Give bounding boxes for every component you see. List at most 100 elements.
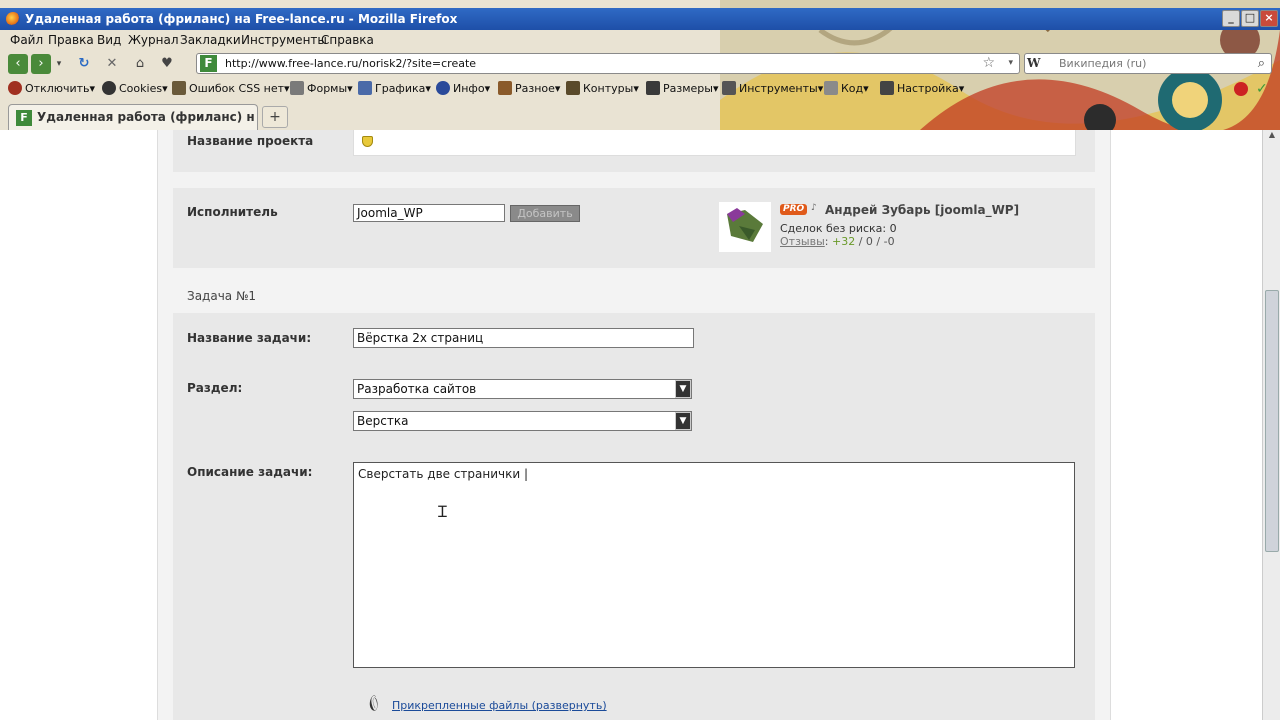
executor-label: Исполнитель [187, 205, 278, 219]
dev-source[interactable]: Код▾ [824, 79, 869, 99]
info-icon [436, 81, 450, 95]
user-name[interactable]: Андрей Зубарь [joomla_WP] [825, 203, 1019, 217]
attachments-link[interactable]: Прикрепленные файлы (развернуть) [392, 699, 607, 712]
description-textarea[interactable]: Сверстать две странички | Ɪ [353, 462, 1075, 668]
user-online-icon: ♪ [811, 203, 817, 213]
dev-css[interactable]: Ошибок CSS нет▾ [172, 79, 290, 99]
paperclip-icon: 𝒪 [362, 692, 385, 717]
home-icon[interactable]: ⌂ [130, 54, 150, 74]
project-name-label: Название проекта [187, 134, 314, 148]
text-cursor-icon: Ɪ [438, 502, 447, 521]
subsection-select[interactable]: Верстка ▼ [353, 411, 692, 431]
ok-status-icon[interactable]: ✓ [1256, 79, 1268, 99]
executor-panel: Исполнитель Joomla_WP Добавить PRO ♪ Анд… [173, 188, 1095, 268]
task-heading: Задача №1 [187, 289, 257, 303]
scroll-up-icon[interactable]: ▲ [1265, 130, 1279, 144]
user-deals: Сделок без риска: 0 [780, 222, 897, 235]
menu-view[interactable]: Вид [97, 31, 121, 50]
dev-outline[interactable]: Контуры▾ [566, 79, 639, 99]
user-reviews: Отзывы: +32 / 0 / -0 [780, 235, 895, 248]
description-text: Сверстать две странички | [358, 467, 529, 481]
user-avatar[interactable] [719, 202, 771, 252]
scroll-thumb[interactable] [1265, 290, 1279, 552]
menu-bookmarks[interactable]: Закладки [180, 31, 241, 50]
search-icon[interactable]: ⌕ [1258, 54, 1265, 73]
address-bar[interactable]: F http://www.free-lance.ru/norisk2/?site… [196, 53, 1020, 74]
subsection-select-value: Верстка [357, 414, 409, 428]
tab-favicon: F [16, 110, 32, 126]
reviews-sep: / [855, 235, 866, 248]
menu-bar: Файл Правка Вид Журнал Закладки Инструме… [0, 31, 1280, 50]
bookmark-heart-icon[interactable]: ♥ [157, 54, 177, 74]
error-status-icon[interactable] [1234, 82, 1248, 96]
firefox-icon [6, 12, 20, 26]
dev-info[interactable]: Инфо▾ [436, 79, 490, 99]
url-text[interactable]: http://www.free-lance.ru/norisk2/?site=c… [225, 54, 476, 73]
settings-icon [880, 81, 894, 95]
maximize-button[interactable]: □ [1241, 10, 1259, 27]
section-select[interactable]: Разработка сайтов ▼ [353, 379, 692, 399]
minimize-button[interactable]: _ [1222, 10, 1240, 27]
dev-tools[interactable]: Инструменты▾ [722, 79, 823, 99]
task-name-input[interactable]: Вёрстка 2х страниц [353, 328, 694, 348]
search-placeholder[interactable]: Википедия (ru) [1059, 54, 1146, 73]
disable-icon [8, 81, 22, 95]
image-icon [358, 81, 372, 95]
reviews-positive: +32 [831, 235, 856, 248]
chevron-down-icon[interactable]: ▼ [675, 380, 691, 398]
project-name-field[interactable] [353, 130, 1076, 156]
chevron-down-icon[interactable]: ▼ [675, 412, 691, 430]
reviews-neutral: 0 [865, 235, 873, 248]
reviews-link[interactable]: Отзывы [780, 235, 825, 248]
history-dropdown-icon[interactable]: ▾ [53, 54, 65, 74]
stop-icon[interactable]: ✕ [102, 54, 122, 74]
tab-label: Удаленная работа (фриланс) на Fr... [37, 110, 255, 124]
pro-badge: PRO [780, 204, 808, 215]
navigation-bar: ‹ › ▾ ↻ ✕ ⌂ ♥ F http://www.free-lance.ru… [0, 51, 1280, 76]
tab-bar: F Удаленная работа (фриланс) на Fr... + [0, 104, 1280, 130]
project-name-panel: Название проекта [173, 130, 1095, 172]
dev-options[interactable]: Настройка▾ [880, 79, 964, 99]
browser-window: Удаленная работа (фриланс) на Free-lance… [0, 0, 1280, 720]
page-viewport: Название проекта Исполнитель Joomla_WP Д… [0, 130, 1262, 720]
dev-misc[interactable]: Разное▾ [498, 79, 560, 99]
menu-tools[interactable]: Инструменты [241, 31, 327, 50]
vertical-scrollbar[interactable]: ▲ [1262, 130, 1280, 720]
resize-icon [646, 81, 660, 95]
dev-forms[interactable]: Формы▾ [290, 79, 353, 99]
dev-resize[interactable]: Размеры▾ [646, 79, 719, 99]
dev-disable[interactable]: Отключить▾ [8, 79, 95, 99]
pencil-icon [566, 81, 580, 95]
url-dropdown-icon[interactable]: ▾ [1008, 54, 1013, 73]
window-title: Удаленная работа (фриланс) на Free-lance… [25, 12, 458, 26]
cookie-icon [102, 81, 116, 95]
reload-icon[interactable]: ↻ [74, 54, 94, 74]
dev-cookies[interactable]: Cookies▾ [102, 79, 168, 99]
reviews-negative: -0 [883, 235, 895, 248]
executor-input[interactable]: Joomla_WP [353, 204, 505, 222]
close-button[interactable]: × [1260, 10, 1278, 27]
dev-images[interactable]: Графика▾ [358, 79, 431, 99]
title-bar: Удаленная работа (фриланс) на Free-lance… [0, 8, 1280, 30]
menu-history[interactable]: Журнал [128, 31, 179, 50]
pen-icon [172, 81, 186, 95]
source-icon [824, 81, 838, 95]
wikipedia-icon[interactable]: W [1027, 55, 1051, 72]
menu-edit[interactable]: Правка [48, 31, 94, 50]
menu-help[interactable]: Справка [321, 31, 374, 50]
forward-icon[interactable]: › [31, 54, 51, 74]
reviews-sep: / [872, 235, 884, 248]
description-label: Описание задачи: [187, 465, 313, 479]
site-identity-icon[interactable]: F [200, 55, 217, 72]
tab-active[interactable]: F Удаленная работа (фриланс) на Fr... [8, 104, 258, 130]
add-executor-button[interactable]: Добавить [510, 205, 580, 222]
section-select-value: Разработка сайтов [357, 382, 477, 396]
search-bar[interactable]: W Википедия (ru) ⌕ [1024, 53, 1272, 74]
page-content: Название проекта Исполнитель Joomla_WP Д… [157, 130, 1111, 720]
back-icon[interactable]: ‹ [8, 54, 28, 74]
task-panel: Название задачи: Вёрстка 2х страниц Разд… [173, 313, 1095, 720]
menu-file[interactable]: Файл [10, 31, 43, 50]
new-tab-button[interactable]: + [262, 106, 288, 128]
star-icon[interactable]: ☆ [982, 54, 995, 73]
task-name-label: Название задачи: [187, 331, 312, 345]
